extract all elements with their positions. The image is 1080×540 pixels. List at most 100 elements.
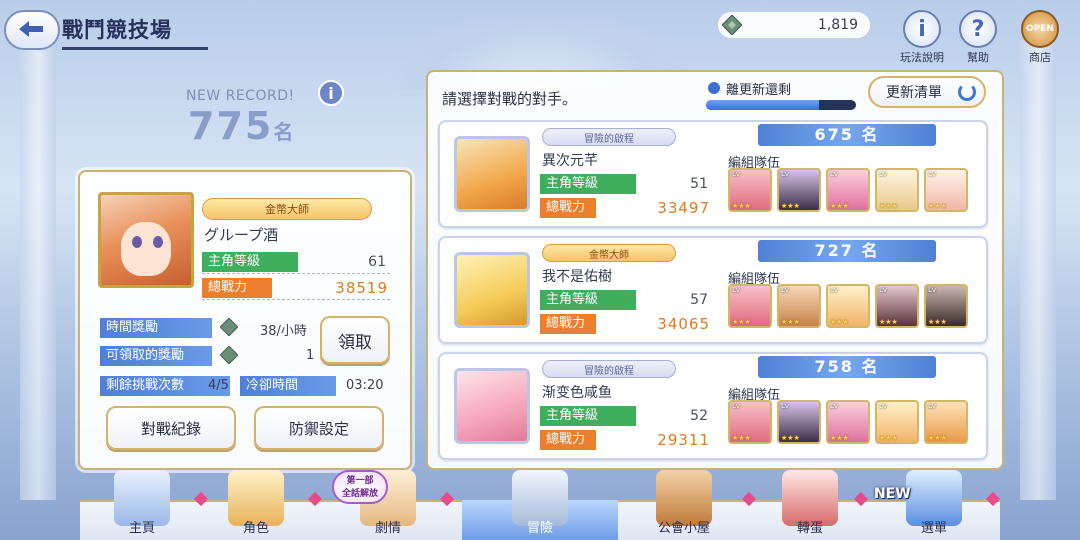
opponent-title-badge: 冒險的啟程	[542, 128, 676, 146]
team-member-icon: Lv ★★★	[875, 400, 919, 444]
remaining-challenges-value: 4/5	[208, 378, 229, 393]
title-bar: 戰鬥競技場	[62, 14, 208, 50]
team-member-icon: Lv ★★★	[826, 284, 870, 328]
player-power-row: 總戰力 38519	[202, 278, 390, 300]
background-column	[1020, 40, 1056, 500]
nav-label: 主頁	[128, 521, 155, 536]
opponent-level-row: 主角等級 52	[540, 406, 712, 426]
opponent-rank: 758 名	[758, 356, 936, 378]
clock-icon	[706, 80, 722, 96]
nav-item-menu[interactable]: 選單	[884, 470, 984, 540]
team-roster: Lv ★★★ Lv ★★★ Lv ★★★ Lv ★★★ Lv ★★★	[728, 168, 968, 212]
opponent-card[interactable]: 金幣大師 我不是佑樹 主角等級 57 總戰力 34065 727 名 編組隊伍 …	[438, 236, 988, 344]
record-rank-value: 775	[188, 104, 274, 148]
opponent-avatar	[454, 368, 530, 444]
opponent-card[interactable]: 冒險的啟程 異次元芊 主角等級 51 總戰力 33497 675 名 編組隊伍 …	[438, 120, 988, 228]
defense-settings-button[interactable]: 防禦設定	[254, 406, 384, 450]
how-to-play-label: 玩法說明	[900, 51, 944, 64]
opponent-level-label: 主角等級	[540, 406, 636, 426]
opponent-title-text: 冒險的啟程	[584, 365, 634, 377]
opponent-level-value: 52	[690, 408, 708, 424]
nav-item-story[interactable]: 劇情	[330, 470, 446, 540]
hourly-reward-value: 38/小時	[260, 324, 307, 339]
opponent-power-value: 33497	[657, 199, 710, 217]
currency-amount: 1,819	[817, 17, 858, 33]
episode-badge: 第一部 全話解放	[332, 470, 388, 504]
team-member-icon: Lv ★★★	[728, 400, 772, 444]
opponent-title-badge: 冒險的啟程	[542, 360, 676, 378]
refresh-list-button[interactable]: 更新清單	[868, 76, 986, 108]
opponent-power-label: 總戰力	[540, 198, 596, 218]
opponent-title-text: 金幣大師	[589, 249, 629, 261]
nav-item-gacha[interactable]: 轉蛋	[760, 470, 860, 540]
arena-coin-icon	[722, 15, 742, 35]
player-power-label: 總戰力	[202, 278, 272, 298]
nav-label: 角色	[242, 521, 269, 536]
nav-item-guild-house[interactable]: 公會小屋	[626, 470, 742, 540]
how-to-play-button[interactable]: i 玩法說明	[894, 10, 950, 65]
player-power-value: 38519	[335, 279, 388, 297]
team-member-icon: Lv ★★★	[728, 168, 772, 212]
nav-item-adventure[interactable]: 冒險	[462, 470, 618, 540]
player-avatar[interactable]	[98, 192, 194, 288]
player-title-text: 金幣大師	[265, 203, 309, 216]
refresh-icon	[958, 83, 976, 101]
nav-label: 公會小屋	[657, 521, 710, 536]
opponent-level-row: 主角等級 57	[540, 290, 712, 310]
timer-bar-fill	[706, 100, 819, 110]
opponent-power-row: 總戰力 29311	[540, 430, 712, 450]
nav-label: 轉蛋	[796, 521, 823, 536]
opponent-level-label: 主角等級	[540, 290, 636, 310]
back-button[interactable]	[4, 10, 60, 50]
opponent-level-value: 51	[690, 176, 708, 192]
shop-button[interactable]: OPEN 商店	[1012, 10, 1068, 65]
team-member-icon: Lv ★★★	[728, 284, 772, 328]
nav-label: 劇情	[374, 521, 401, 536]
team-member-icon: Lv ★★★	[777, 400, 821, 444]
player-level-value: 61	[368, 254, 386, 270]
player-level-row: 主角等級 61	[202, 252, 390, 274]
currency-display: 1,819	[718, 12, 870, 38]
cooldown-label: 冷卻時間	[240, 376, 336, 396]
timer-bar	[706, 100, 856, 110]
battle-history-button[interactable]: 對戰紀錄	[106, 406, 236, 450]
player-title-badge: 金幣大師	[202, 198, 372, 220]
opponent-power-row: 總戰力 33497	[540, 198, 712, 218]
nav-item-home[interactable]: 主頁	[92, 470, 192, 540]
opponent-level-value: 57	[690, 292, 708, 308]
opponent-card[interactable]: 冒險的啟程 渐变色咸鱼 主角等級 52 總戰力 29311 758 名 編組隊伍…	[438, 352, 988, 460]
info-icon: i	[903, 10, 941, 48]
hourly-reward-label: 時間獎勵	[100, 318, 212, 338]
opponent-name: 我不是佑樹	[542, 269, 612, 285]
team-member-icon: Lv ★★★	[875, 284, 919, 328]
team-member-icon: Lv ★★★	[924, 284, 968, 328]
claimable-reward-value: 1	[306, 348, 315, 363]
opponent-rank: 727 名	[758, 240, 936, 262]
claim-button[interactable]: 領取	[320, 316, 390, 364]
opponent-name: 異次元芊	[542, 153, 598, 169]
arena-coin-icon	[220, 346, 238, 364]
help-label: 幫助	[967, 51, 989, 64]
nav-label: 選單	[920, 521, 947, 536]
team-member-icon: Lv ★★★	[924, 400, 968, 444]
opponent-power-row: 總戰力 34065	[540, 314, 712, 334]
background-column	[20, 40, 56, 500]
record-rank-unit: 名	[273, 120, 296, 144]
opponents-title: 請選擇對戰的對手。	[442, 90, 578, 108]
opponent-power-value: 34065	[657, 315, 710, 333]
refresh-timer: 離更新還剩	[704, 72, 858, 116]
opponent-avatar	[454, 252, 530, 328]
player-name: グループ酒	[204, 226, 279, 244]
opponent-power-label: 總戰力	[540, 314, 596, 334]
opponent-rank: 675 名	[758, 124, 936, 146]
team-member-icon: Lv ★★★	[875, 168, 919, 212]
page-title: 戰鬥競技場	[62, 18, 172, 42]
team-member-icon: Lv ★★★	[826, 168, 870, 212]
player-level-label: 主角等級	[202, 252, 298, 272]
nav-item-characters[interactable]: 角色	[206, 470, 306, 540]
shop-sign-icon: OPEN	[1021, 10, 1059, 48]
help-button[interactable]: ? 幫助	[950, 10, 1006, 65]
record-label: NEW RECORD!	[186, 88, 295, 104]
team-member-icon: Lv ★★★	[777, 284, 821, 328]
record-info-icon[interactable]: i	[318, 80, 344, 106]
